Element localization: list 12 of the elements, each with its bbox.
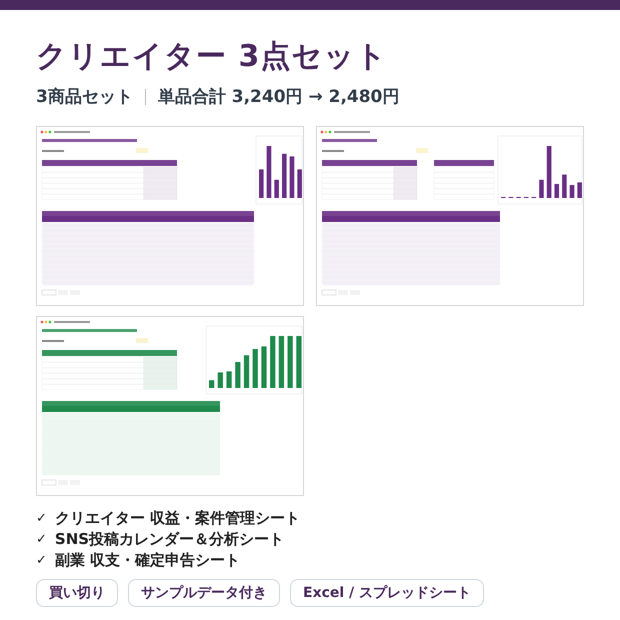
- feature-tag: サンプルデータ付き: [128, 579, 280, 607]
- subtitle-text: 単品合計 3,240円 → 2,480円: [158, 86, 400, 108]
- check-mark: ✓: [36, 532, 47, 547]
- page-title: クリエイター 3点セット: [36, 38, 388, 76]
- subtitle-text: 3商品セット: [36, 86, 133, 108]
- check-mark: ✓: [36, 511, 47, 526]
- feature-tag: Excel / スプレッドシート: [290, 579, 484, 607]
- check-mark: ✓: [36, 553, 47, 568]
- included-item-text: 副業 収支・確定申告シート: [54, 551, 240, 570]
- feature-tag: 買い切り: [36, 579, 118, 607]
- included-item-text: クリエイター 収益・案件管理シート: [54, 509, 300, 528]
- included-item-text: SNS投稿カレンダー＆分析シート: [54, 530, 284, 549]
